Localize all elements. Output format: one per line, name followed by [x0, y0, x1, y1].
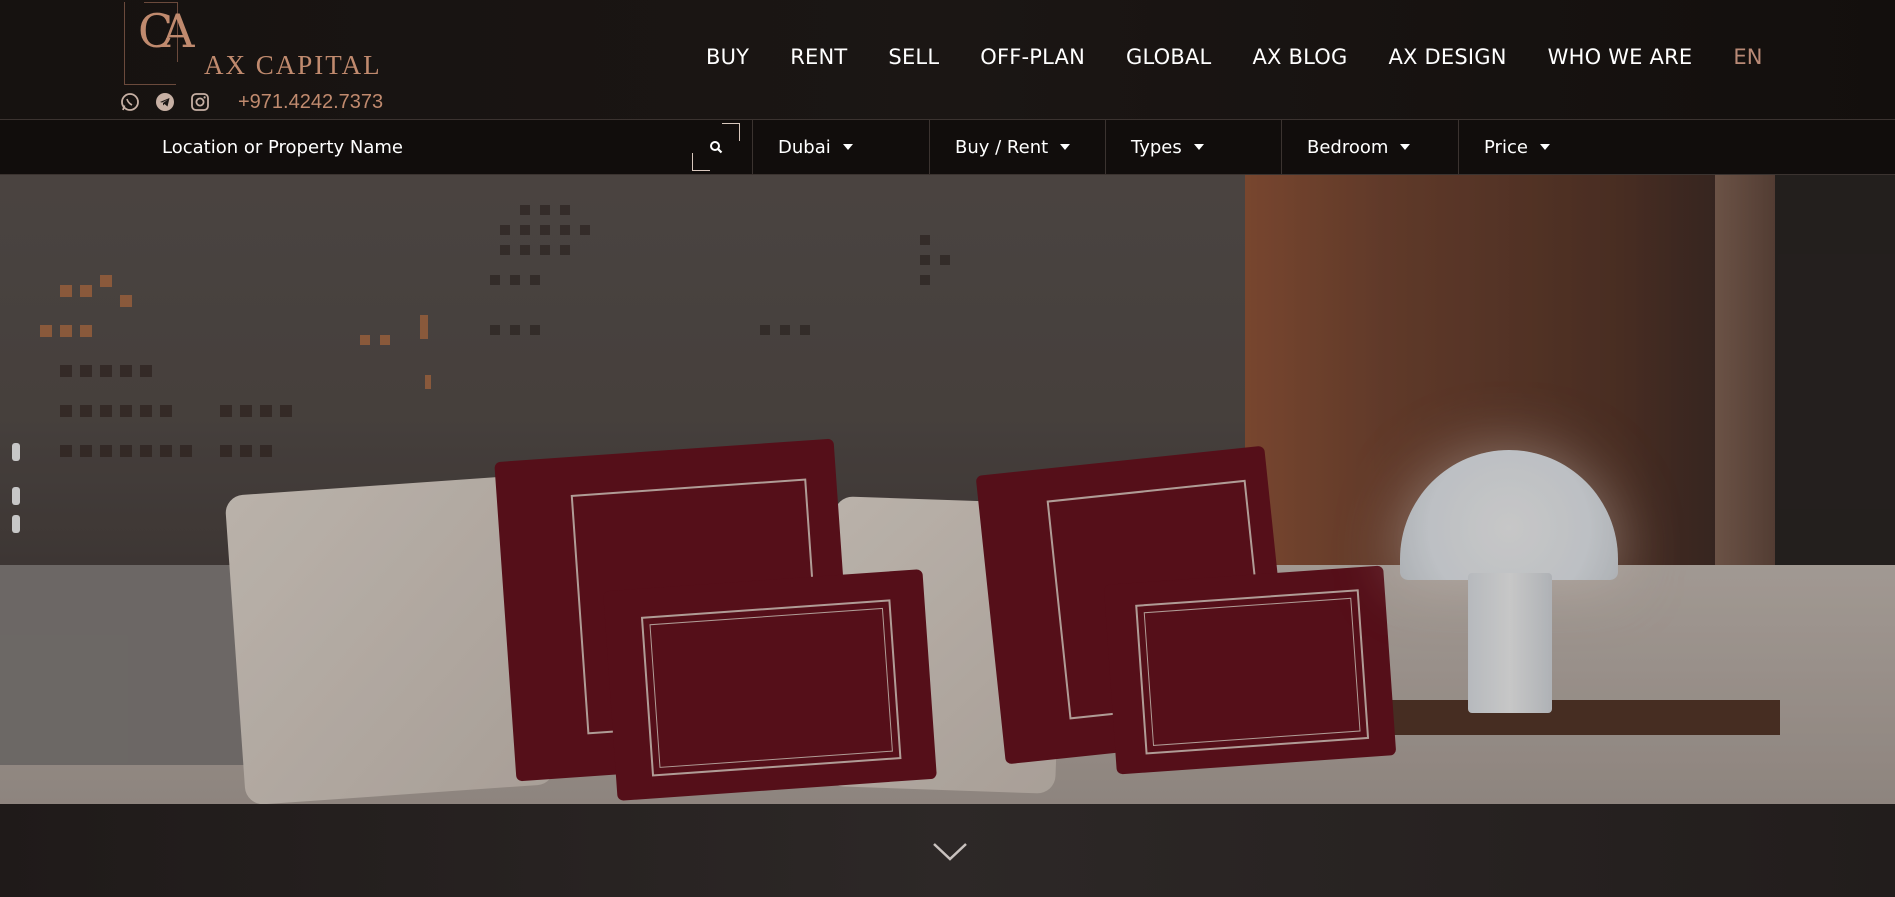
nav-ax-blog[interactable]: AX BLOG: [1252, 45, 1347, 69]
telegram-icon[interactable]: [155, 92, 175, 112]
caret-down-icon: [1193, 144, 1204, 150]
phone-number[interactable]: +971.4242.7373: [238, 91, 383, 114]
search-button[interactable]: [692, 123, 740, 171]
nav-buy[interactable]: BUY: [706, 45, 749, 69]
nav-who-we-are[interactable]: WHO WE ARE: [1548, 45, 1693, 69]
caret-down-icon: [1539, 144, 1550, 150]
instagram-icon[interactable]: [190, 92, 210, 112]
caret-down-icon: [842, 144, 853, 150]
price-select-label: Price: [1484, 136, 1528, 158]
whatsapp-icon[interactable]: [120, 92, 140, 112]
scroll-section: [0, 804, 1895, 897]
scroll-down-button[interactable]: [932, 840, 968, 864]
city-select-label: Dubai: [778, 136, 831, 158]
types-select[interactable]: Types: [1105, 120, 1281, 174]
hero-image: [0, 175, 1895, 804]
property-search-bar: Dubai Buy / Rent Types Bedroom Price: [0, 120, 1895, 175]
city-select[interactable]: Dubai: [752, 120, 929, 174]
caret-down-icon: [1060, 144, 1071, 150]
search-input[interactable]: [162, 134, 682, 160]
contact-bar: +971.4242.7373: [120, 90, 383, 114]
types-select-label: Types: [1131, 136, 1182, 158]
site-header: CA AX CAPITAL +971.4242.7373 BUY RENT SE…: [0, 0, 1895, 120]
nav-ax-design[interactable]: AX DESIGN: [1388, 45, 1506, 69]
logo-mark: CA: [138, 4, 195, 58]
price-select[interactable]: Price: [1458, 120, 1634, 174]
deal-type-select[interactable]: Buy / Rent: [929, 120, 1105, 174]
search-icon: [710, 141, 723, 154]
nav-global[interactable]: GLOBAL: [1126, 45, 1211, 69]
bedroom-select[interactable]: Bedroom: [1281, 120, 1458, 174]
main-nav: BUY RENT SELL OFF-PLAN GLOBAL AX BLOG AX…: [706, 45, 1763, 69]
search-field-wrapper: [162, 120, 752, 174]
logo-text: AX CAPITAL: [204, 50, 382, 80]
nav-rent[interactable]: RENT: [790, 45, 847, 69]
deal-type-select-label: Buy / Rent: [955, 136, 1049, 158]
nav-off-plan[interactable]: OFF-PLAN: [980, 45, 1085, 69]
nav-sell[interactable]: SELL: [888, 45, 939, 69]
caret-down-icon: [1400, 144, 1411, 150]
logo[interactable]: CA AX CAPITAL: [124, 2, 384, 88]
language-switcher[interactable]: EN: [1733, 45, 1762, 69]
chevron-down-icon: [933, 843, 967, 861]
bedroom-select-label: Bedroom: [1307, 136, 1389, 158]
